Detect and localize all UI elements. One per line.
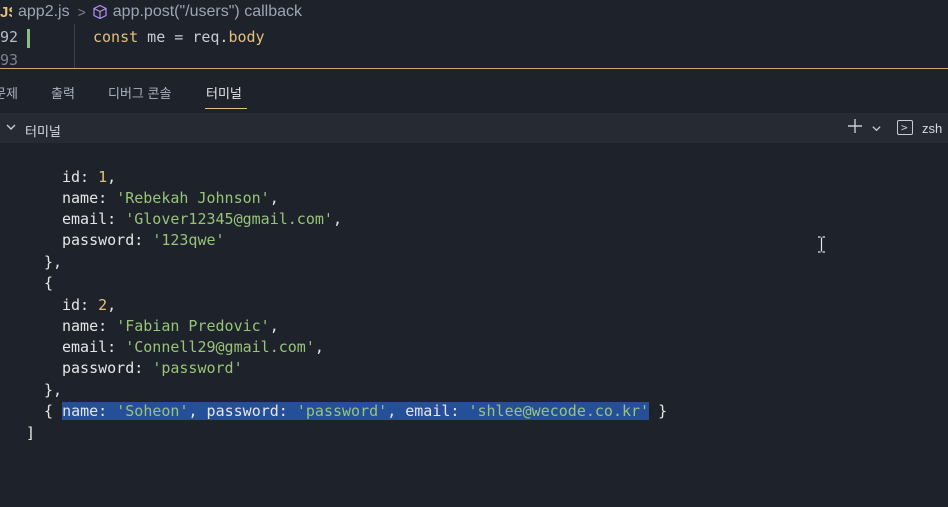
- value-string: 'Rebekah Johnson': [116, 189, 270, 207]
- code-keyword: const: [93, 28, 139, 46]
- terminal-line: password: 'password': [62, 359, 243, 377]
- terminal-line: email: 'Connell29@gmail.com',: [62, 338, 324, 356]
- terminal-line: },: [44, 253, 63, 271]
- value-string: 'Connell29@gmail.com': [125, 338, 315, 356]
- terminal-line: },: [44, 381, 63, 399]
- value-string: 'password': [296, 402, 388, 420]
- chevron-down-icon[interactable]: [871, 122, 882, 137]
- selected-text[interactable]: name: 'Soheon', password: 'password', em…: [62, 402, 650, 420]
- code-editor[interactable]: 92 const me = req.body 93: [0, 24, 948, 69]
- panel-tabs: 문제 출력 디버그 콘솔 터미널: [0, 69, 948, 113]
- chevron-right-icon: >: [77, 4, 86, 20]
- new-terminal-icon[interactable]: [846, 117, 864, 139]
- text-cursor-icon: [818, 236, 825, 253]
- terminal-line: name: 'Fabian Predovic',: [62, 317, 279, 335]
- value-string: 'shlee@wecode.co.kr': [468, 402, 650, 420]
- terminal-shell-icon[interactable]: >: [897, 120, 913, 135]
- breadcrumb-symbol[interactable]: app.post("/users") callback: [113, 3, 302, 21]
- terminal-header: 터미널 > zsh: [0, 113, 948, 143]
- cube-icon: [92, 4, 108, 20]
- terminal-line: { name: 'Soheon', password: 'password', …: [44, 402, 668, 420]
- tab-problems[interactable]: 문제: [0, 83, 18, 102]
- tab-terminal[interactable]: 터미널: [206, 83, 242, 102]
- terminal-line: id: 2,: [62, 296, 117, 314]
- value-string: 'Soheon': [116, 402, 189, 420]
- code-property: body: [228, 28, 265, 46]
- javascript-file-icon: JS: [0, 3, 12, 21]
- terminal-line: password: '123qwe': [62, 231, 225, 249]
- value-string: 'password': [152, 359, 243, 377]
- terminal-line: id: 1,: [62, 168, 117, 186]
- code-text: const me = req.body: [93, 26, 265, 48]
- breadcrumb: JS app2.js > app.post("/users") callback: [0, 0, 948, 24]
- value-string: 'Glover12345@gmail.com': [125, 210, 333, 228]
- active-tab-indicator: [205, 108, 247, 109]
- terminal-output[interactable]: id: 1, name: 'Rebekah Johnson', email: '…: [0, 143, 948, 507]
- git-modified-indicator: [27, 29, 30, 48]
- value-number: 1: [98, 168, 108, 186]
- terminal-line: name: 'Rebekah Johnson',: [62, 189, 279, 207]
- editor-line[interactable]: 92 const me = req.body: [0, 26, 948, 48]
- value-string: 'Fabian Predovic': [116, 317, 270, 335]
- tab-debug-console[interactable]: 디버그 콘솔: [108, 83, 171, 102]
- breadcrumb-file[interactable]: app2.js: [18, 3, 70, 21]
- terminal-line: ]: [26, 424, 36, 442]
- terminal-title[interactable]: 터미널: [25, 121, 61, 140]
- line-number: 92: [0, 28, 19, 46]
- terminal-line: email: 'Glover12345@gmail.com',: [62, 210, 342, 228]
- value-number: 2: [98, 296, 108, 314]
- code-rest: me = req.: [138, 28, 229, 46]
- tab-output[interactable]: 출력: [51, 83, 75, 102]
- terminal-line: {: [44, 274, 54, 292]
- chevron-down-icon[interactable]: [5, 121, 17, 136]
- value-string: '123qwe': [152, 231, 225, 249]
- terminal-shell-name[interactable]: zsh: [922, 121, 942, 136]
